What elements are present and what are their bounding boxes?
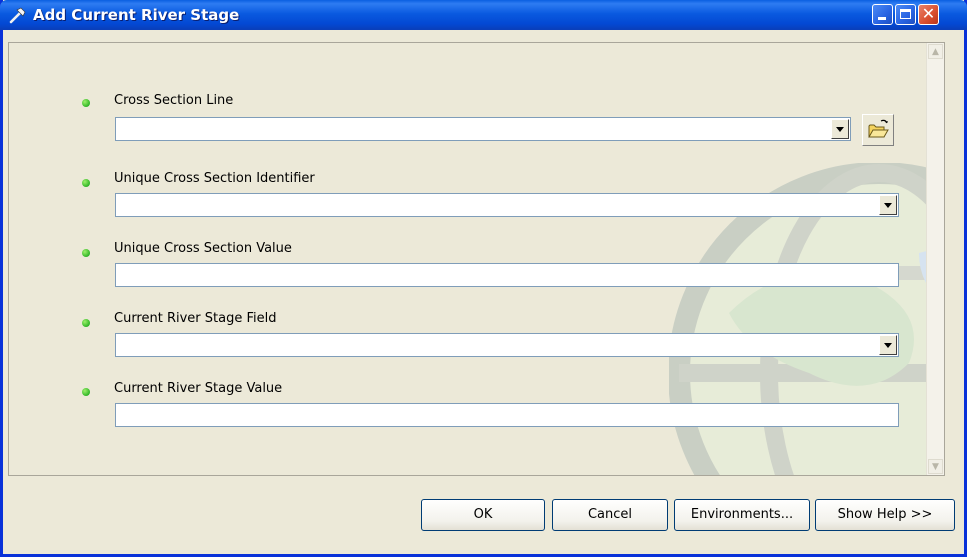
scroll-down-arrow-icon[interactable]: ▼ <box>928 459 943 474</box>
parameters-panel: ▲ ▼ Cross Section Line Unique Cross Sect… <box>8 42 945 476</box>
param-label-current-river-stage-field: Current River Stage Field <box>114 311 277 326</box>
param-label-cross-section-line: Cross Section Line <box>114 93 234 108</box>
hammer-icon <box>9 7 26 24</box>
cross-section-line-dropdown[interactable] <box>115 117 851 141</box>
required-status-icon <box>82 249 90 257</box>
unique-cross-section-identifier-dropdown[interactable] <box>115 193 899 217</box>
dialog-window: Add Current River Stage ✕ ▲ ▼ Cross Sect… <box>0 0 967 557</box>
param-label-unique-cross-section-value: Unique Cross Section Value <box>114 241 292 256</box>
ok-button[interactable]: OK <box>421 499 545 531</box>
open-folder-icon <box>868 119 889 138</box>
param-label-current-river-stage-value: Current River Stage Value <box>114 381 283 396</box>
current-river-stage-field-dropdown[interactable] <box>115 333 899 357</box>
environments-button[interactable]: Environments... <box>674 499 810 531</box>
current-river-stage-value-input[interactable] <box>115 403 899 427</box>
close-button[interactable]: ✕ <box>918 4 939 25</box>
window-title: Add Current River Stage <box>33 6 240 24</box>
maximize-icon <box>900 9 911 19</box>
title-bar[interactable]: Add Current River Stage ✕ <box>0 0 967 30</box>
chevron-down-icon[interactable] <box>879 335 897 355</box>
vertical-scrollbar[interactable]: ▲ ▼ <box>926 43 944 475</box>
cancel-button[interactable]: Cancel <box>552 499 668 531</box>
browse-button[interactable] <box>862 114 894 146</box>
scroll-up-arrow-icon[interactable]: ▲ <box>928 44 943 59</box>
unique-cross-section-value-input[interactable] <box>115 263 899 287</box>
required-status-icon <box>82 99 90 107</box>
chevron-down-icon[interactable] <box>831 119 849 139</box>
required-status-icon <box>82 319 90 327</box>
required-status-icon <box>82 179 90 187</box>
show-help-button[interactable]: Show Help >> <box>815 499 955 531</box>
minimize-button[interactable] <box>872 4 893 25</box>
chevron-down-icon[interactable] <box>879 195 897 215</box>
param-label-unique-cross-section-identifier: Unique Cross Section Identifier <box>114 171 315 186</box>
maximize-button[interactable] <box>895 4 916 25</box>
required-status-icon <box>82 388 90 396</box>
close-icon: ✕ <box>921 4 936 23</box>
minimize-icon <box>878 17 886 20</box>
